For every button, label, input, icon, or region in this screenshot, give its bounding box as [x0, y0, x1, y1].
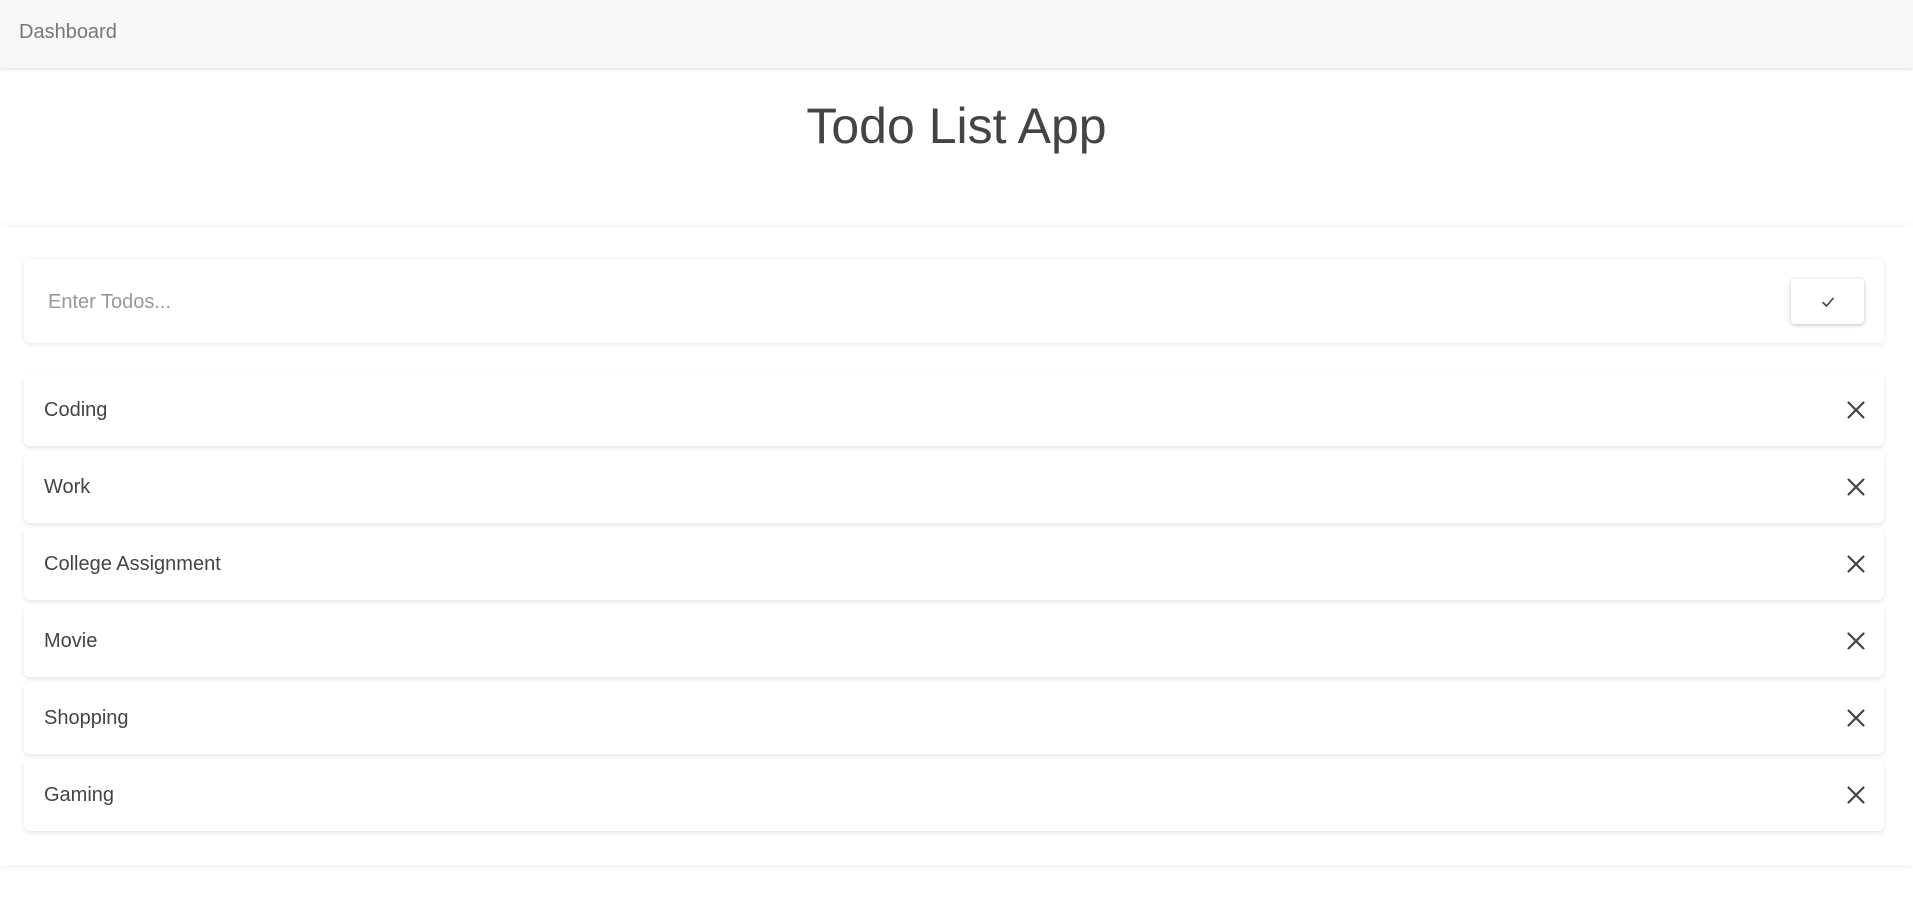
page-title: Todo List App	[806, 98, 1107, 154]
todo-input[interactable]	[46, 281, 1790, 323]
nav-brand-dashboard[interactable]: Dashboard	[19, 20, 117, 44]
todo-list: Coding Work College Assignment Movie Sho…	[24, 374, 1884, 836]
delete-todo-button[interactable]	[1838, 469, 1874, 505]
delete-todo-button[interactable]	[1838, 777, 1874, 813]
todo-input-card	[24, 259, 1884, 343]
navbar: Dashboard	[0, 0, 1913, 68]
delete-todo-button[interactable]	[1838, 392, 1874, 428]
todo-text: Movie	[44, 630, 98, 652]
close-icon	[1847, 478, 1865, 496]
todo-text: Gaming	[44, 784, 115, 806]
todo-item: Coding	[24, 374, 1884, 446]
close-icon	[1847, 786, 1865, 804]
todo-text: College Assignment	[44, 553, 221, 575]
close-icon	[1847, 709, 1865, 727]
delete-todo-button[interactable]	[1838, 700, 1874, 736]
todo-item: College Assignment	[24, 528, 1884, 600]
todo-item: Gaming	[24, 759, 1884, 831]
todo-container: Coding Work College Assignment	[0, 227, 1913, 865]
todo-text: Work	[44, 476, 91, 498]
close-icon	[1847, 632, 1865, 650]
todo-text: Coding	[44, 399, 108, 421]
close-icon	[1847, 401, 1865, 419]
delete-todo-button[interactable]	[1838, 546, 1874, 582]
delete-todo-button[interactable]	[1838, 623, 1874, 659]
check-icon	[1821, 297, 1834, 307]
todo-item: Movie	[24, 605, 1884, 677]
close-icon	[1847, 555, 1865, 573]
todo-item: Shopping	[24, 682, 1884, 754]
todo-item: Work	[24, 451, 1884, 523]
add-todo-button[interactable]	[1791, 279, 1864, 324]
todo-text: Shopping	[44, 707, 129, 729]
